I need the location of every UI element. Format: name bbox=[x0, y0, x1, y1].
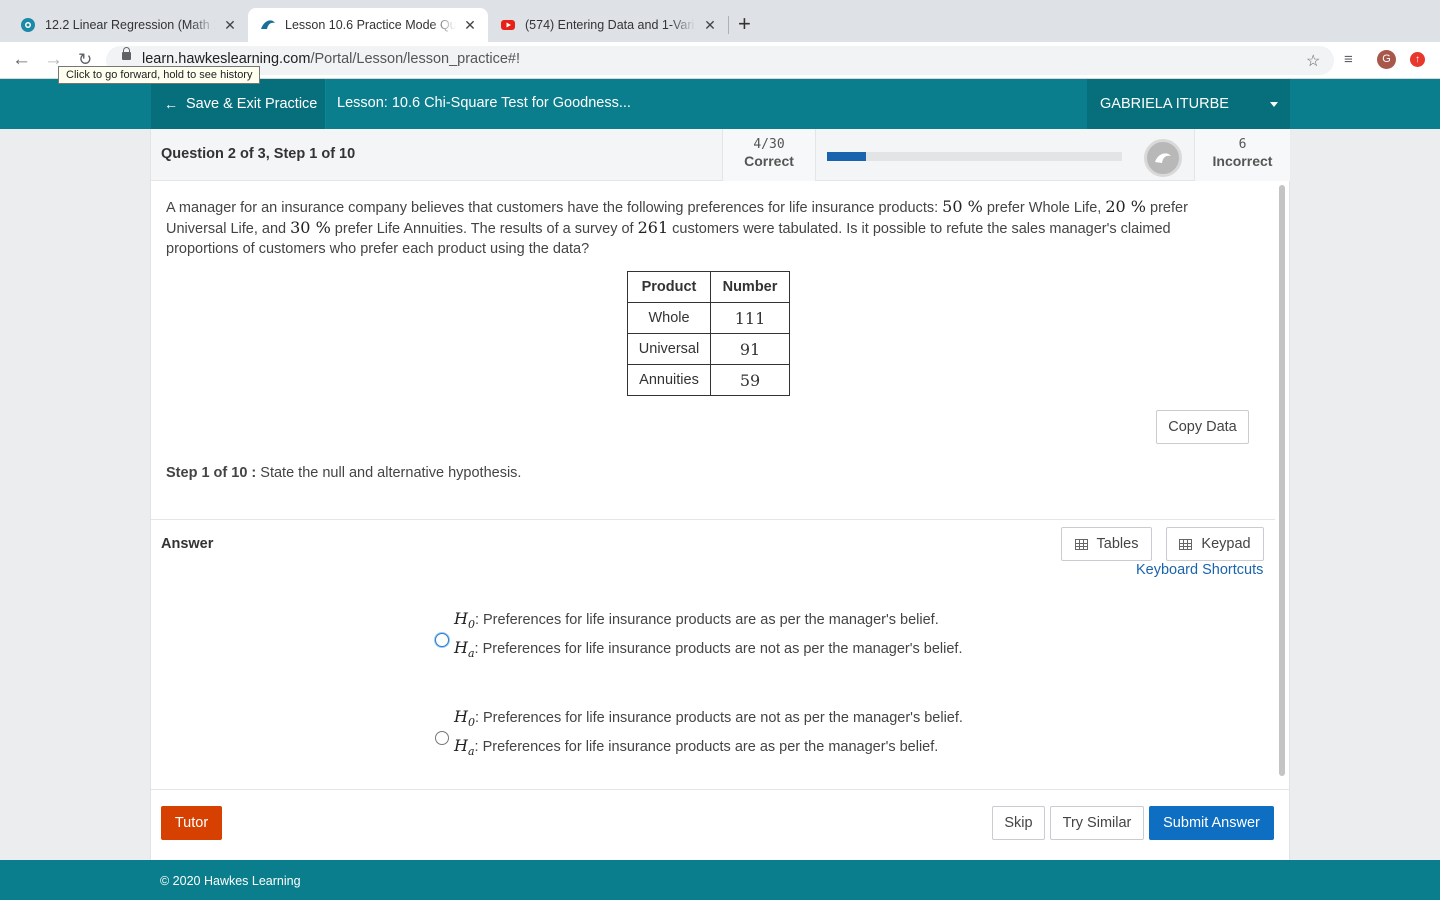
ha-symbol: Ha bbox=[454, 736, 475, 759]
step-instruction: Step 1 of 10 : State the null and altern… bbox=[166, 465, 521, 481]
browser-tab-linear-regression[interactable]: 12.2 Linear Regression (Math 1 ✕ bbox=[8, 8, 248, 42]
tab-close-icon[interactable]: ✕ bbox=[222, 17, 238, 34]
question-text-part: prefer Whole Life, bbox=[982, 200, 1106, 216]
h0-symbol: H0 bbox=[454, 609, 475, 632]
profile-avatar[interactable]: G bbox=[1377, 50, 1396, 69]
survey-data-table: Product Number Whole 111 Universal 91 An… bbox=[627, 271, 790, 396]
answer-option-1[interactable]: H0: Preferences for life insurance produ… bbox=[435, 604, 963, 662]
ha-symbol: Ha bbox=[454, 638, 475, 661]
caret-down-icon bbox=[1270, 102, 1278, 107]
lock-icon bbox=[122, 47, 131, 60]
question-position: Question 2 of 3, Step 1 of 10 bbox=[161, 146, 356, 162]
back-arrow-icon[interactable]: ← bbox=[12, 48, 31, 72]
number-cell: 111 bbox=[710, 302, 790, 334]
question-text: A manager for an insurance company belie… bbox=[166, 197, 1226, 259]
try-similar-button[interactable]: Try Similar bbox=[1050, 806, 1144, 840]
column-header: Product bbox=[627, 271, 711, 303]
divider bbox=[151, 789, 1290, 790]
h0-text: : Preferences for life insurance product… bbox=[474, 612, 939, 628]
step-label: Step 1 of 10 : bbox=[166, 465, 257, 481]
tab-title: Lesson 10.6 Practice Mode Qu bbox=[285, 18, 456, 32]
table-header-row: Product Number bbox=[627, 271, 790, 303]
forward-tooltip: Click to go forward, hold to see history bbox=[58, 66, 261, 84]
user-menu[interactable]: GABRIELA ITURBE bbox=[1087, 79, 1290, 129]
tab-close-icon[interactable]: ✕ bbox=[702, 17, 718, 34]
alt-hypothesis-line: Ha: Preferences for life insurance produ… bbox=[435, 633, 963, 662]
tab-close-icon[interactable]: ✕ bbox=[462, 17, 478, 34]
table-grid-icon bbox=[1074, 538, 1088, 550]
submit-answer-button[interactable]: Submit Answer bbox=[1149, 806, 1274, 840]
sample-size: 261 bbox=[637, 218, 669, 237]
progress-fill bbox=[827, 152, 867, 161]
tables-button[interactable]: Tables bbox=[1061, 527, 1152, 561]
column-header: Number bbox=[710, 271, 790, 303]
product-cell: Universal bbox=[627, 333, 711, 365]
answer-label: Answer bbox=[161, 536, 214, 552]
tab-separator bbox=[728, 16, 729, 34]
copyright-text: © 2020 Hawkes Learning bbox=[160, 874, 301, 888]
url-text[interactable]: learn.hawkeslearning.com/Portal/Lesson/l… bbox=[142, 51, 520, 67]
keypad-button[interactable]: Keypad bbox=[1166, 527, 1264, 561]
left-arrow-icon: ← bbox=[164, 96, 178, 112]
question-text-part: A manager for an insurance company belie… bbox=[166, 200, 943, 216]
youtube-icon bbox=[500, 17, 516, 33]
user-name: GABRIELA ITURBE bbox=[1100, 96, 1229, 112]
question-text-part: prefer Life Annuities. The results of a … bbox=[330, 221, 638, 237]
url-host: learn.hawkeslearning.com bbox=[142, 51, 311, 67]
product-cell: Annuities bbox=[627, 364, 711, 396]
hawk-mascot-icon bbox=[1144, 139, 1182, 177]
copy-data-button[interactable]: Copy Data bbox=[1156, 410, 1249, 444]
keypad-label: Keypad bbox=[1201, 536, 1251, 552]
alt-hypothesis-line: Ha: Preferences for life insurance produ… bbox=[435, 731, 963, 760]
number-cell: 59 bbox=[710, 364, 790, 396]
save-exit-practice-button[interactable]: ← Save & Exit Practice bbox=[151, 79, 326, 129]
percent-annuities: 30 % bbox=[290, 218, 331, 237]
null-hypothesis-line: H0: Preferences for life insurance produ… bbox=[435, 604, 963, 633]
h0-text: : Preferences for life insurance product… bbox=[474, 710, 963, 726]
keypad-icon bbox=[1179, 538, 1193, 550]
hawkes-gear-icon bbox=[20, 17, 36, 33]
table-row: Universal 91 bbox=[627, 333, 790, 365]
lesson-title: Lesson: 10.6 Chi-Square Test for Goodnes… bbox=[337, 95, 631, 111]
url-path: /Portal/Lesson/lesson_practice#! bbox=[310, 51, 521, 67]
bookmark-star-icon[interactable]: ☆ bbox=[1306, 51, 1320, 71]
update-arrow-icon[interactable]: ↑ bbox=[1410, 52, 1425, 67]
incorrect-count: 6 bbox=[1238, 137, 1247, 152]
null-hypothesis-line: H0: Preferences for life insurance produ… bbox=[435, 702, 963, 731]
correct-count: 4/30 bbox=[753, 137, 785, 152]
table-row: Whole 111 bbox=[627, 302, 790, 334]
browser-tab-youtube[interactable]: (574) Entering Data and 1-Vari ✕ bbox=[488, 8, 728, 42]
hawkes-bird-icon bbox=[260, 17, 276, 33]
h0-symbol: H0 bbox=[454, 707, 475, 730]
question-status-bar: Question 2 of 3, Step 1 of 10 4/30 Corre… bbox=[151, 129, 1290, 181]
media-queue-icon[interactable]: ≡ bbox=[1344, 51, 1353, 68]
keyboard-shortcuts-link[interactable]: Keyboard Shortcuts bbox=[1136, 562, 1263, 578]
number-cell: 91 bbox=[710, 333, 790, 365]
correct-counter: 4/30 Correct bbox=[722, 129, 816, 181]
new-tab-plus-icon[interactable]: + bbox=[738, 12, 751, 36]
ha-text: : Preferences for life insurance product… bbox=[474, 641, 963, 657]
divider bbox=[151, 519, 1275, 520]
table-row: Annuities 59 bbox=[627, 364, 790, 396]
browser-tab-lesson-practice[interactable]: Lesson 10.6 Practice Mode Qu ✕ bbox=[248, 8, 488, 42]
incorrect-label: Incorrect bbox=[1212, 153, 1273, 169]
scrollbar-thumb[interactable] bbox=[1279, 185, 1285, 776]
incorrect-counter: 6 Incorrect bbox=[1194, 129, 1290, 181]
save-exit-label: Save & Exit Practice bbox=[186, 96, 318, 112]
tab-title: 12.2 Linear Regression (Math 1 bbox=[45, 18, 216, 32]
skip-button[interactable]: Skip bbox=[992, 806, 1045, 840]
step-text: State the null and alternative hypothesi… bbox=[256, 465, 522, 481]
correct-label: Correct bbox=[744, 153, 794, 169]
ha-text: : Preferences for life insurance product… bbox=[474, 739, 939, 755]
tutor-button[interactable]: Tutor bbox=[161, 806, 222, 840]
percent-universal: 20 % bbox=[1105, 197, 1146, 216]
percent-whole: 50 % bbox=[942, 197, 983, 216]
progress-bar bbox=[827, 152, 1122, 161]
question-panel: Question 2 of 3, Step 1 of 10 4/30 Corre… bbox=[150, 129, 1290, 860]
tables-label: Tables bbox=[1096, 536, 1139, 552]
answer-option-2[interactable]: H0: Preferences for life insurance produ… bbox=[435, 702, 963, 760]
tab-title: (574) Entering Data and 1-Vari bbox=[525, 18, 695, 32]
product-cell: Whole bbox=[627, 302, 711, 334]
